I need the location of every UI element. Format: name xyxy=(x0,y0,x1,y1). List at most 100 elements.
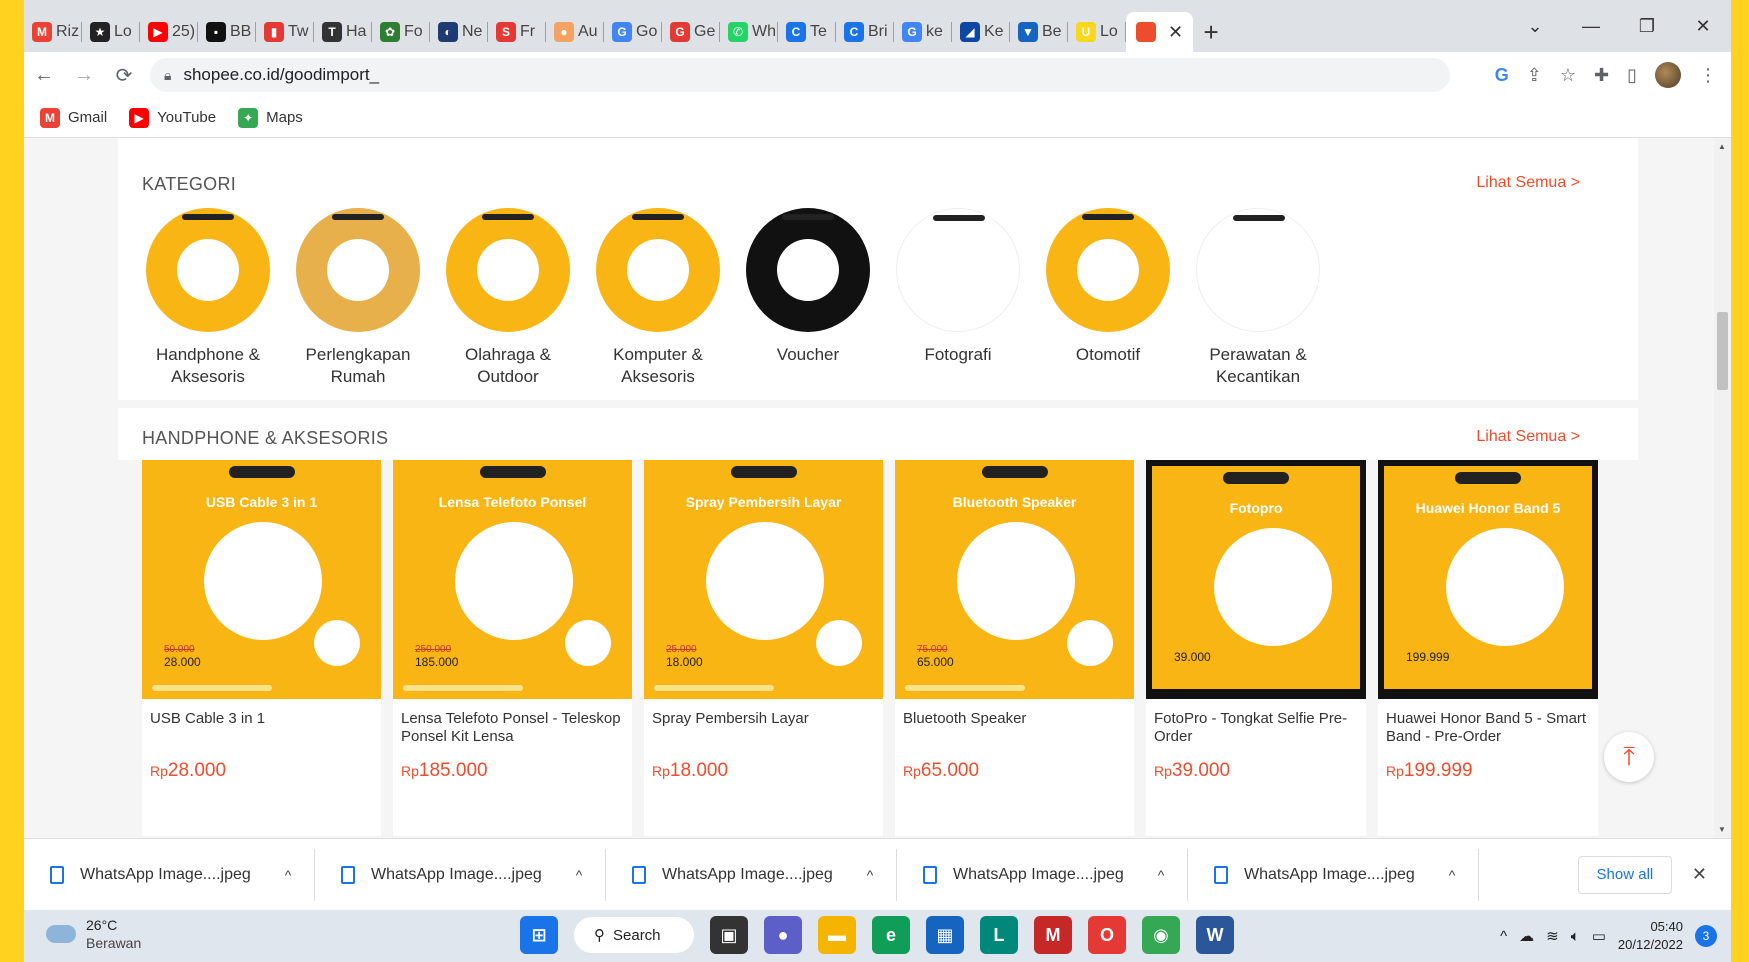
tab-search-icon[interactable]: ⌄ xyxy=(1507,16,1563,37)
browser-tab[interactable]: C Bri xyxy=(836,12,894,52)
reload-icon[interactable]: ⟳ xyxy=(104,63,144,88)
menu-kebab-icon[interactable]: ⋮ xyxy=(1699,65,1717,86)
share-icon[interactable]: ⇪ xyxy=(1527,65,1542,86)
scroll-down-icon[interactable]: ▼ xyxy=(1718,825,1726,834)
show-all-downloads-button[interactable]: Show all xyxy=(1577,855,1672,894)
new-tab-icon[interactable]: + xyxy=(1193,12,1229,52)
task-view-icon[interactable]: ▣ xyxy=(710,916,748,954)
mcafee-icon[interactable]: M xyxy=(1034,916,1072,954)
product-card[interactable]: Huawei Honor Band 5 199.999 Huawei Honor B… xyxy=(1378,460,1598,836)
back-arrow-icon[interactable]: ← xyxy=(24,64,64,87)
windows-start-icon[interactable]: ⊞ xyxy=(520,916,558,954)
product-card[interactable]: Lensa Telefoto Ponsel 250.000 185.000 Lensa… xyxy=(393,460,632,836)
google-lens-icon[interactable]: G xyxy=(1495,65,1509,86)
product-card[interactable]: Spray Pembersih Layar 25.000 18.000 Spray P… xyxy=(644,460,883,836)
category-item[interactable]: Fotografi xyxy=(896,208,1020,388)
chevron-up-icon[interactable]: ^ xyxy=(576,867,583,883)
volume-icon[interactable]: 🔈︎ xyxy=(1571,928,1580,945)
browser-tab[interactable]: ◢ Ke xyxy=(952,12,1010,52)
opera-icon[interactable]: O xyxy=(1088,916,1126,954)
browser-tab[interactable]: T Ha xyxy=(314,12,372,52)
page-scrollbar[interactable]: ▲ ▼ xyxy=(1714,138,1731,838)
browser-tab[interactable]: ✿ Fo xyxy=(372,12,430,52)
chevron-up-icon[interactable]: ^ xyxy=(1500,928,1507,945)
window-close-icon[interactable]: ✕ xyxy=(1675,16,1731,37)
category-item[interactable]: Komputer & Aksesoris xyxy=(596,208,720,388)
category-item[interactable]: Otomotif xyxy=(1046,208,1170,388)
chevron-up-icon[interactable]: ^ xyxy=(285,867,292,883)
browser-tab[interactable]: ★ Lo xyxy=(82,12,140,52)
window-controls: ⌄ — ❐ ✕ xyxy=(1507,0,1731,52)
product-card[interactable]: USB Cable 3 in 1 50.000 28.000 USB Cable 3 … xyxy=(142,460,381,836)
side-panel-icon[interactable]: ▯ xyxy=(1627,65,1637,86)
browser-tab[interactable]: ▼ Be xyxy=(1010,12,1068,52)
battery-icon[interactable]: ▭ xyxy=(1592,927,1606,945)
category-item[interactable]: Perawatan & Kecantikan xyxy=(1196,208,1320,388)
browser-tab[interactable]: C Te xyxy=(778,12,836,52)
wifi-icon[interactable]: ≋ xyxy=(1546,927,1559,945)
product-card[interactable]: Bluetooth Speaker 75.000 65.000 Bluetooth S… xyxy=(895,460,1134,836)
chevron-up-icon[interactable]: ^ xyxy=(1449,867,1456,883)
notification-badge[interactable]: 3 xyxy=(1695,925,1717,947)
scrollbar-thumb[interactable] xyxy=(1717,312,1728,390)
chevron-up-icon[interactable]: ^ xyxy=(867,867,874,883)
download-item[interactable]: WhatsApp Image....jpeg ^ xyxy=(897,848,1188,901)
chrome-icon[interactable]: ◉ xyxy=(1142,916,1180,954)
category-item[interactable]: Voucher xyxy=(746,208,870,388)
browser-tab[interactable]: M Riz xyxy=(24,12,82,52)
minimize-icon[interactable]: — xyxy=(1563,16,1619,37)
bookmark-gmail[interactable]: M Gmail xyxy=(40,107,107,128)
category-see-all-link[interactable]: Lihat Semua > xyxy=(1476,174,1580,192)
product-card[interactable]: Fotopro 39.000 FotoPro - Tongkat Selfie Pr… xyxy=(1146,460,1366,836)
browser-tab[interactable]: U Lo xyxy=(1068,12,1126,52)
bookmark-maps[interactable]: ✦ Maps xyxy=(238,107,303,128)
download-item[interactable]: WhatsApp Image....jpeg ^ xyxy=(606,848,897,901)
onedrive-icon[interactable]: ☁︎ xyxy=(1519,927,1534,945)
browser-tab[interactable]: Gke xyxy=(894,12,952,52)
bookmark-label: Maps xyxy=(266,109,303,126)
product-see-all-link[interactable]: Lihat Semua > xyxy=(1476,428,1580,446)
download-item[interactable]: WhatsApp Image....jpeg ^ xyxy=(1188,848,1479,901)
category-item[interactable]: Perlengkapan Rumah xyxy=(296,208,420,388)
back-to-top-icon[interactable]: ⤒ xyxy=(1604,732,1654,782)
chat-icon[interactable]: ● xyxy=(764,916,802,954)
browser-tab[interactable]: G Go xyxy=(604,12,662,52)
bookmark-star-icon[interactable]: ☆ xyxy=(1560,65,1576,86)
forward-arrow-icon[interactable]: → xyxy=(64,64,104,87)
browser-tab-active[interactable]: ✕ xyxy=(1126,12,1194,52)
promo-price: 18.000 xyxy=(666,655,703,669)
browser-tab[interactable]: ▶ 25) xyxy=(140,12,198,52)
chevron-up-icon[interactable]: ^ xyxy=(1158,867,1165,883)
browser-tab[interactable]: G Ge xyxy=(662,12,720,52)
taskbar-search[interactable]: ⚲ Search xyxy=(574,917,694,953)
brand-pill xyxy=(1455,472,1521,484)
extensions-icon[interactable]: ✚ xyxy=(1594,65,1609,86)
image-file-icon xyxy=(923,865,937,884)
product-section: HANDPHONE & AKSESORIS Lihat Semua > USB … xyxy=(118,408,1638,838)
close-icon[interactable]: ✕ xyxy=(1692,864,1707,885)
file-explorer-icon[interactable]: ▬ xyxy=(818,916,856,954)
profile-avatar[interactable] xyxy=(1655,62,1681,88)
address-bar[interactable]: 🔒︎ shopee.co.id/goodimport_ xyxy=(150,58,1450,92)
browser-tab[interactable]: ◐ Ne xyxy=(430,12,488,52)
category-item[interactable]: Olahraga & Outdoor xyxy=(446,208,570,388)
category-item[interactable]: Handphone & Aksesoris xyxy=(146,208,270,388)
edge-icon[interactable]: e xyxy=(872,916,910,954)
browser-tab[interactable]: ✆ Wh xyxy=(720,12,778,52)
download-item[interactable]: WhatsApp Image....jpeg ^ xyxy=(315,848,606,901)
l-app-icon[interactable]: L xyxy=(980,916,1018,954)
word-icon[interactable]: W xyxy=(1196,916,1234,954)
product-detail-photo xyxy=(314,620,360,666)
restore-icon[interactable]: ❐ xyxy=(1619,16,1675,37)
bookmark-youtube[interactable]: ▶ YouTube xyxy=(129,107,216,128)
browser-tab[interactable]: ● Au xyxy=(546,12,604,52)
download-item[interactable]: WhatsApp Image....jpeg ^ xyxy=(24,848,315,901)
close-tab-icon[interactable]: ✕ xyxy=(1168,22,1183,43)
clock[interactable]: 05:40 20/12/2022 xyxy=(1618,918,1683,954)
store-icon[interactable]: ▦ xyxy=(926,916,964,954)
browser-tab[interactable]: ▮ Tw xyxy=(256,12,314,52)
scroll-up-icon[interactable]: ▲ xyxy=(1718,142,1726,151)
browser-tab[interactable]: ▪ BB xyxy=(198,12,256,52)
weather-widget[interactable]: 26°C Berawan xyxy=(46,916,141,952)
browser-tab[interactable]: S Fr xyxy=(488,12,546,52)
